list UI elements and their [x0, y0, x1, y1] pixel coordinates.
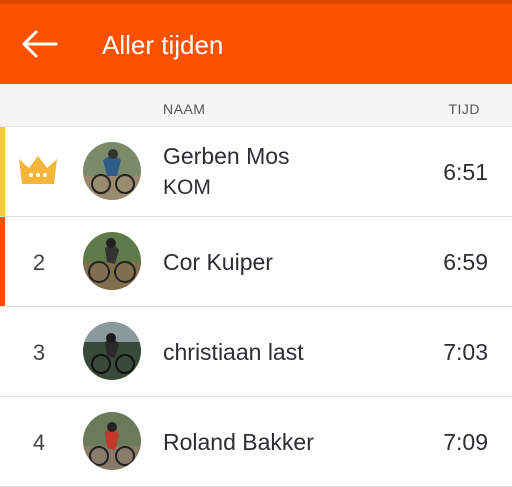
athlete-name: christiaan last	[163, 339, 304, 365]
segment-time: 6:59	[443, 249, 488, 275]
leaderboard-list: Gerben Mos KOM 6:51 2 Cor Kuiper 6:59 3	[0, 127, 512, 487]
segment-time: 7:03	[443, 339, 488, 365]
athlete-name: Roland Bakker	[163, 429, 314, 455]
leaderboard-row[interactable]: 4 Roland Bakker 7:09	[0, 397, 512, 487]
leaderboard-row[interactable]: 3 christiaan last 7:03	[0, 307, 512, 397]
avatar[interactable]	[83, 412, 141, 470]
kom-badge: KOM	[163, 176, 211, 199]
avatar[interactable]	[83, 322, 141, 380]
leaderboard-row[interactable]: 2 Cor Kuiper 6:59	[0, 217, 512, 307]
status-strip	[0, 0, 512, 4]
app-header: Aller tijden	[0, 0, 512, 84]
athlete-name: Cor Kuiper	[163, 249, 273, 275]
rank-number: 2	[32, 250, 46, 275]
segment-time: 7:09	[443, 429, 488, 455]
page-title: Aller tijden	[102, 30, 224, 60]
avatar[interactable]	[83, 232, 141, 290]
leaderboard-header: NAAM TIJD	[0, 84, 512, 127]
athlete-name: Gerben Mos	[163, 143, 290, 169]
avatar[interactable]	[83, 142, 141, 200]
leaderboard-row[interactable]: Gerben Mos KOM 6:51	[0, 127, 512, 217]
arrow-left-icon[interactable]	[22, 30, 58, 58]
crown-icon	[16, 153, 60, 187]
column-time-header: TIJD	[448, 101, 480, 117]
rank-number: 4	[32, 430, 46, 455]
column-name-header: NAAM	[163, 101, 206, 117]
segment-time: 6:51	[443, 159, 488, 185]
kom-accent-bar	[0, 127, 5, 216]
highlight-accent-bar	[0, 217, 5, 306]
rank-number: 3	[32, 340, 46, 365]
